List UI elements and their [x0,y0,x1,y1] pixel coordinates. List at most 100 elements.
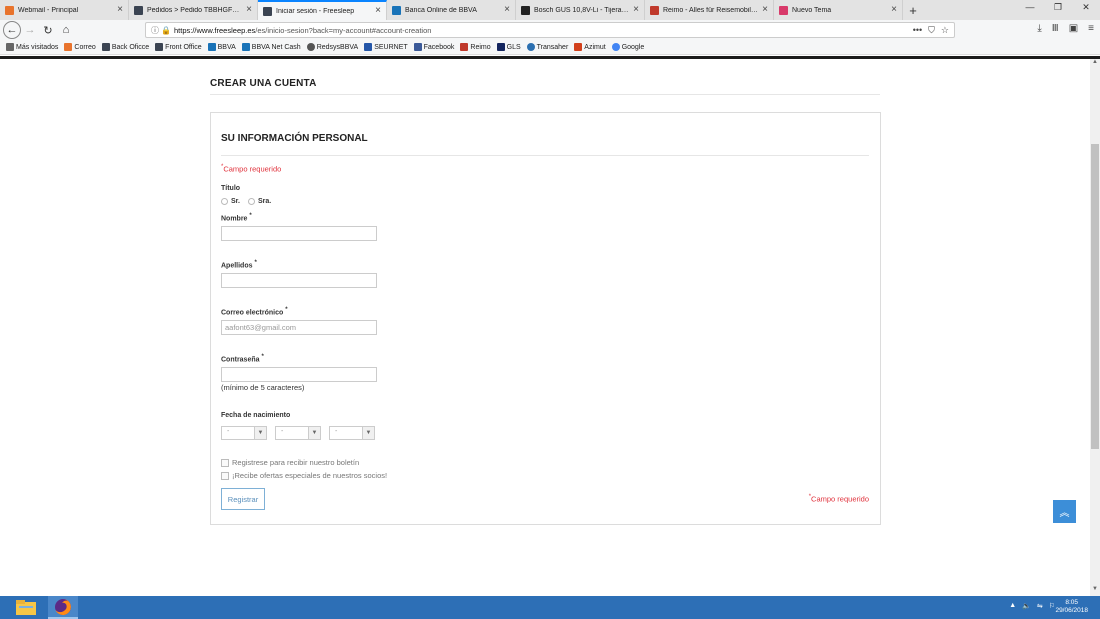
birth-year-select[interactable]: - ▼ [329,426,375,440]
password-field[interactable] [221,367,377,382]
offers-checkbox[interactable] [221,471,229,480]
newsletter-checkbox-row[interactable]: Registrese para recibir nuestro boletín [221,458,359,467]
back-to-top-button[interactable]: ︽ [1053,500,1076,523]
tab-close-icon[interactable]: × [633,5,639,15]
pocket-icon[interactable]: ⛉ [928,25,935,36]
bookmark-item[interactable]: BBVA [207,43,236,51]
browser-tab[interactable]: Bosch GUS 10,8V-Li - Tijera (N... × [516,0,645,20]
tab-close-icon[interactable]: × [246,5,252,15]
radio-sra[interactable] [247,198,255,205]
bookmark-label: BBVA Net Cash [251,43,301,51]
clock-time: 8:05 [1065,599,1079,606]
email-field[interactable]: aafont63@gmail.com [221,320,377,335]
bookmark-label: Correo [74,43,96,51]
newsletter-label[interactable]: Registrese para recibir nuestro boletín [232,458,359,467]
last-name-label: Apellidos * [221,260,257,269]
tab-favicon-icon [650,5,659,15]
email-label-text: Correo electrónico [221,309,284,317]
close-window-button[interactable]: ✕ [1072,0,1100,16]
last-name-input[interactable] [221,273,377,288]
tab-close-icon[interactable]: × [504,5,510,15]
divider [210,94,880,95]
maximize-button[interactable]: ❐ [1044,0,1072,16]
scroll-down-arrow-icon[interactable]: ▼ [1090,586,1100,596]
radio-sr[interactable] [221,198,228,205]
firefox-taskbar-button[interactable] [48,596,78,619]
newsletter-checkbox[interactable] [221,458,229,467]
forward-button[interactable]: → [21,21,39,39]
chevron-down-icon: ▼ [254,427,266,439]
bookmark-label: RedsysBBVA [316,43,359,51]
home-icon: ⌂ [62,24,70,36]
new-tab-button[interactable]: + [903,0,923,20]
scrollbar-thumb[interactable] [1091,144,1099,449]
bookmark-item[interactable]: Back Oficce [101,43,149,51]
system-tray: ▲ 🔈 ⇋ ⚐ [1009,602,1055,610]
browser-tab[interactable]: Reimo - Alles für Reisemobile,... × [645,0,774,20]
bookmark-label: Facebook [423,43,455,51]
browser-tab-bar: Webmail - Principal × Pedidos > Pedido T… [0,0,1100,20]
browser-tab[interactable]: Banca Online de BBVA × [387,0,516,20]
file-explorer-icon[interactable] [14,599,38,616]
page-actions-icon[interactable]: ••• [913,25,922,36]
bookmark-item[interactable]: BBVA Net Cash [241,43,301,51]
back-button[interactable]: ← [3,21,21,39]
browser-tab[interactable]: Webmail - Principal × [0,0,129,20]
radio-sra-label[interactable]: Sra. [258,198,271,205]
tab-close-icon[interactable]: × [117,5,123,15]
notification-flag-icon[interactable]: ⚐ [1049,602,1055,610]
volume-icon[interactable]: 🔈 [1022,602,1031,610]
tab-close-icon[interactable]: × [375,6,381,16]
minimize-button[interactable]: — [1016,0,1044,16]
hamburger-menu-icon[interactable]: ≡ [1088,23,1094,34]
offers-label[interactable]: ¡Recibe ofertas especiales de nuestros s… [232,471,387,480]
page-scrollbar[interactable]: ▲ ▼ [1090,59,1100,596]
browser-tab-active[interactable]: Iniciar sesión - Freesleep × [258,0,387,20]
info-icon[interactable]: ⓘ [149,25,161,36]
reload-button[interactable]: ↻ [39,21,57,39]
system-clock[interactable]: 8:05 29/06/2018 [1055,599,1088,615]
required-star: * [249,213,252,219]
windows-taskbar: ▲ 🔈 ⇋ ⚐ 8:05 29/06/2018 [0,596,1100,619]
bookmark-star-icon[interactable]: ☆ [941,25,949,36]
bookmark-favicon-icon [526,43,535,51]
divider [221,155,869,156]
tab-title: Banca Online de BBVA [405,6,477,14]
url-text[interactable]: https://www.freesleep.es/es/inicio-sesio… [174,26,913,35]
bookmark-item[interactable]: Reimo [460,43,491,51]
bookmark-item[interactable]: Google [611,43,644,51]
sidebar-icon[interactable]: ▣ [1069,23,1078,34]
home-button[interactable]: ⌂ [57,21,75,39]
title-label: Título [221,185,241,192]
browser-tab[interactable]: Nuevo Tema × [774,0,903,20]
bookmark-item[interactable]: Azimut [574,43,606,51]
bookmark-item[interactable]: RedsysBBVA [306,43,359,51]
bookmark-item[interactable]: Correo [64,43,96,51]
browser-tab[interactable]: Pedidos > Pedido TBBHGFLYC × [129,0,258,20]
bookmark-item[interactable]: SEURNET [364,43,408,51]
tab-favicon-icon [263,6,272,16]
birth-day-select[interactable]: - ▼ [221,426,267,440]
bookmark-item[interactable]: Transaher [526,43,568,51]
show-hidden-icons-icon[interactable]: ▲ [1009,602,1016,610]
tab-close-icon[interactable]: × [762,5,768,15]
bookmark-item[interactable]: Facebook [413,43,455,51]
lock-icon[interactable]: 🔒 [161,26,171,35]
birth-month-select[interactable]: - ▼ [275,426,321,440]
address-bar[interactable]: ⓘ 🔒 https://www.freesleep.es/es/inicio-s… [145,22,955,38]
network-icon[interactable]: ⇋ [1037,602,1043,610]
section-title: SU INFORMACIÓN PERSONAL [221,133,368,144]
required-field-note: *Campo requerido [221,164,281,174]
download-icon[interactable]: ⤓ [1037,23,1041,34]
radio-sr-label[interactable]: Sr. [231,198,240,205]
tab-close-icon[interactable]: × [891,5,897,15]
first-name-input[interactable] [221,226,377,241]
bookmark-favicon-icon [574,43,583,51]
offers-checkbox-row[interactable]: ¡Recibe ofertas especiales de nuestros s… [221,471,387,480]
bookmark-item[interactable]: Front Office [155,43,202,51]
scroll-up-arrow-icon[interactable]: ▲ [1090,59,1100,69]
bookmark-item[interactable]: Más visitados [6,43,58,51]
register-button[interactable]: Registrar [221,488,265,510]
bookmark-item[interactable]: GLS [496,43,521,51]
library-icon[interactable]: Ⅲ [1052,23,1059,34]
